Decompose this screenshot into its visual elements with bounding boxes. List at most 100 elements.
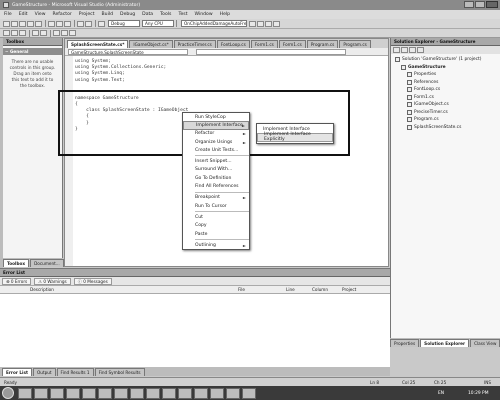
menu-debug[interactable]: Debug — [120, 12, 135, 17]
tree-item[interactable]: GameStructure — [393, 64, 498, 72]
tab-fontloop-cs[interactable]: FontLoop.cs — [216, 40, 250, 48]
se-view-code-icon[interactable] — [417, 47, 424, 53]
add-item-icon[interactable] — [11, 20, 18, 27]
menu-item-breakpoint[interactable]: Breakpoint ► — [183, 194, 249, 202]
taskbar-app-8[interactable] — [130, 387, 144, 399]
toolbox-icon[interactable] — [273, 20, 280, 27]
tab-error-list[interactable]: Error List — [2, 367, 32, 376]
tb2-icon-3[interactable] — [19, 30, 26, 36]
menu-item-refactor[interactable]: Refactor ► — [183, 130, 249, 138]
tree-item[interactable]: Solution 'GameStructure' (1 project) — [393, 56, 498, 64]
taskbar-app-4[interactable] — [66, 387, 80, 399]
tree-item[interactable]: Properties — [393, 71, 498, 79]
tab-practicetimer-cs[interactable]: PracticeTimer.cs — [173, 40, 216, 48]
taskbar-app-14[interactable] — [226, 387, 240, 399]
taskbar-app-2[interactable] — [34, 387, 48, 399]
menu-item-implement-interface[interactable]: Implement Interface ► — [183, 121, 249, 130]
col-file[interactable]: File — [238, 287, 245, 292]
menu-item-organize-usings[interactable]: Organize Usings ► — [183, 138, 249, 146]
paste-icon[interactable] — [64, 20, 71, 27]
tab-document-outline[interactable]: Document... — [30, 258, 64, 267]
menu-project[interactable]: Project — [79, 12, 95, 17]
next-bookmark-icon[interactable] — [61, 30, 68, 36]
se-show-all-icon[interactable] — [401, 47, 408, 53]
tree-item[interactable]: IGameObject.cs — [393, 101, 498, 109]
submenu-item-implement-interface-explicitly[interactable]: Implement Interface Explicitly — [257, 132, 333, 142]
tab-program-cs[interactable]: Program.cs — [306, 40, 339, 48]
tb2-icon-2[interactable] — [11, 30, 18, 36]
filter-0-warnings[interactable]: ⚠ 0 Warnings — [34, 277, 71, 285]
menu-data[interactable]: Data — [142, 12, 153, 17]
new-project-icon[interactable] — [3, 20, 10, 27]
taskbar-app-9[interactable] — [146, 387, 160, 399]
close-button[interactable] — [486, 1, 498, 8]
menu-item-find-all-references[interactable]: Find All References — [183, 182, 249, 190]
properties-icon[interactable] — [265, 20, 272, 27]
open-icon[interactable] — [19, 20, 26, 27]
col-line[interactable]: Line — [286, 287, 295, 292]
tree-item[interactable]: Form1.cs — [393, 94, 498, 102]
menu-file[interactable]: File — [4, 12, 12, 17]
undo-icon[interactable] — [77, 20, 84, 27]
tab-form1-cs[interactable]: Form1.cs — [278, 40, 306, 48]
tab-splashscreenstate-cs[interactable]: SplashScreenState.cs* — [67, 40, 129, 48]
taskbar-app-1[interactable] — [18, 387, 32, 399]
filter-0-errors[interactable]: ⊗ 0 Errors — [2, 277, 32, 285]
menu-tools[interactable]: Tools — [160, 12, 171, 17]
find-icon[interactable] — [249, 20, 256, 27]
col-project[interactable]: Project — [342, 287, 356, 292]
filter-0-messages[interactable]: ⓘ 0 Messages — [73, 277, 112, 285]
tab-class-view[interactable]: Class View — [470, 338, 500, 347]
comment-icon[interactable] — [32, 30, 39, 36]
tree-item[interactable]: SplashScreenState.cs — [393, 124, 498, 132]
menu-item-go-to-definition[interactable]: Go To Definition — [183, 174, 249, 182]
uncomment-icon[interactable] — [40, 30, 47, 36]
menu-item-surround-with[interactable]: Surround With... — [183, 166, 249, 174]
menu-refactor[interactable]: Refactor — [53, 12, 72, 17]
tab-solution-explorer[interactable]: Solution Explorer — [420, 338, 470, 347]
taskbar-app-12[interactable] — [194, 387, 208, 399]
menu-item-create-unit-tests[interactable]: Create Unit Tests... — [183, 146, 249, 154]
bookmark-icon[interactable] — [53, 30, 60, 36]
maximize-button[interactable] — [475, 1, 485, 8]
menu-item-run-to-cursor[interactable]: Run To Cursor — [183, 202, 249, 210]
tree-item[interactable]: PreciseTimer.cs — [393, 109, 498, 117]
minimize-button[interactable] — [464, 1, 474, 8]
tab-form1-cs[interactable]: Form1.cs — [250, 40, 278, 48]
config-dropdown[interactable]: Debug — [108, 20, 140, 27]
menu-item-run-stylecop[interactable]: Run StyleCop — [183, 113, 249, 121]
prev-bookmark-icon[interactable] — [69, 30, 76, 36]
se-refresh-icon[interactable] — [409, 47, 416, 53]
tab-properties[interactable]: Properties — [390, 338, 420, 347]
menu-window[interactable]: Window — [195, 12, 213, 17]
se-properties-icon[interactable] — [393, 47, 400, 53]
toolbox-section-general[interactable]: − General — [3, 48, 62, 55]
taskbar-app-13[interactable] — [210, 387, 224, 399]
find-combo[interactable]: OnChipAddedDamageAutoFree — [181, 20, 247, 27]
taskbar-app-7[interactable] — [114, 387, 128, 399]
tab-program-cs[interactable]: Program.cs — [339, 40, 371, 48]
menu-item-insert-snippet[interactable]: Insert Snippet... — [183, 157, 249, 165]
cut-icon[interactable] — [48, 20, 55, 27]
solution-explorer-icon[interactable] — [257, 20, 264, 27]
col-column[interactable]: Column — [312, 287, 328, 292]
member-dropdown[interactable] — [196, 48, 346, 55]
start-debug-icon[interactable] — [98, 20, 105, 27]
menu-item-outlining[interactable]: Outlining ► — [183, 241, 249, 249]
menu-test[interactable]: Test — [178, 12, 187, 17]
taskbar-app-5[interactable] — [82, 387, 96, 399]
tab-output[interactable]: Output — [33, 367, 56, 376]
taskbar-app-3[interactable] — [50, 387, 64, 399]
tab-toolbox[interactable]: Toolbox — [3, 258, 30, 267]
tab-igameobject-cs[interactable]: IGameObject.cs* — [129, 40, 173, 48]
copy-icon[interactable] — [56, 20, 63, 27]
taskbar-app-15[interactable] — [242, 387, 256, 399]
menu-item-paste[interactable]: Paste — [183, 230, 249, 238]
taskbar-app-6[interactable] — [98, 387, 112, 399]
menu-help[interactable]: Help — [220, 12, 230, 17]
redo-icon[interactable] — [85, 20, 92, 27]
tree-item[interactable]: FontLoop.cs — [393, 86, 498, 94]
class-dropdown[interactable]: GameStructure.SplashScreenState — [68, 48, 188, 55]
platform-dropdown[interactable]: Any CPU — [142, 20, 174, 27]
menu-item-copy[interactable]: Copy — [183, 222, 249, 230]
